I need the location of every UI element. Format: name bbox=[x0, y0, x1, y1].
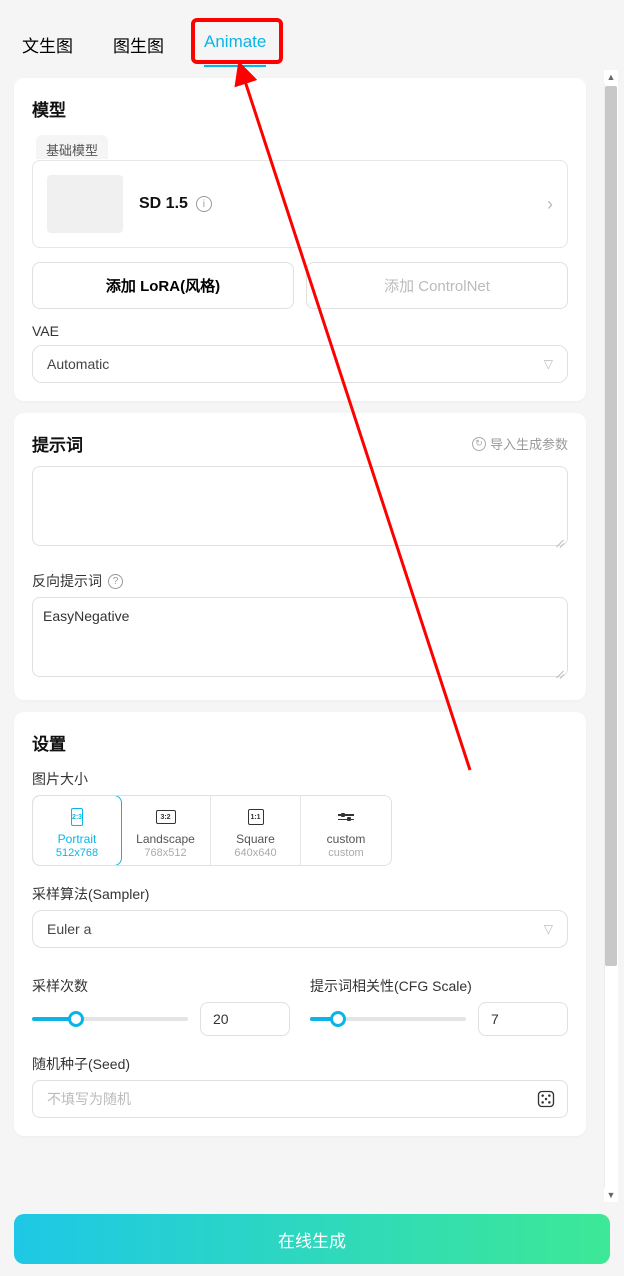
size-dimensions: 640x640 bbox=[215, 847, 296, 859]
aspect-ratio-icon: 1:1 bbox=[248, 809, 264, 825]
negative-prompt-input[interactable] bbox=[32, 597, 568, 677]
scrollbar-thumb[interactable] bbox=[605, 86, 617, 966]
size-option-portrait[interactable]: 2:3 Portrait512x768 bbox=[32, 795, 122, 866]
model-selector[interactable]: SD 1.5 i › bbox=[32, 160, 568, 248]
vae-label: VAE bbox=[32, 323, 568, 339]
base-model-label: 基础模型 bbox=[36, 135, 108, 159]
steps-slider[interactable] bbox=[32, 1008, 188, 1030]
model-thumbnail bbox=[47, 175, 123, 233]
image-size-label: 图片大小 bbox=[32, 769, 568, 789]
steps-label: 采样次数 bbox=[32, 976, 290, 996]
tab-txt2img[interactable]: 文生图 bbox=[16, 24, 79, 65]
seed-label: 随机种子(Seed) bbox=[32, 1054, 568, 1074]
size-dimensions: 768x512 bbox=[125, 847, 206, 859]
tab-img2img[interactable]: 图生图 bbox=[107, 24, 170, 65]
size-option-square[interactable]: 1:1 Square640x640 bbox=[211, 796, 301, 865]
import-icon: ↻ bbox=[472, 437, 486, 451]
import-params-button[interactable]: ↻ 导入生成参数 bbox=[472, 434, 568, 453]
cfg-label: 提示词相关性(CFG Scale) bbox=[310, 976, 568, 996]
scrollbar-down-button[interactable]: ▼ bbox=[604, 1188, 618, 1202]
model-name: SD 1.5 bbox=[139, 195, 188, 213]
size-name: custom bbox=[305, 832, 387, 846]
size-dimensions: custom bbox=[305, 847, 387, 859]
size-name: Portrait bbox=[37, 832, 117, 846]
section-title-model: 模型 bbox=[32, 96, 568, 121]
size-name: Landscape bbox=[125, 832, 206, 846]
size-dimensions: 512x768 bbox=[37, 847, 117, 859]
info-icon[interactable]: i bbox=[196, 196, 212, 212]
cfg-input[interactable] bbox=[478, 1002, 568, 1036]
section-title-prompt: 提示词 bbox=[32, 431, 83, 456]
sampler-label: 采样算法(Sampler) bbox=[32, 884, 568, 904]
dice-icon[interactable] bbox=[536, 1089, 556, 1109]
sampler-selector[interactable]: Euler a ▽ bbox=[32, 910, 568, 948]
section-title-settings: 设置 bbox=[32, 730, 568, 755]
chevron-down-icon: ▽ bbox=[544, 922, 553, 936]
cfg-slider[interactable] bbox=[310, 1008, 466, 1030]
chevron-down-icon: ▽ bbox=[544, 357, 553, 371]
steps-input[interactable] bbox=[200, 1002, 290, 1036]
seed-input[interactable] bbox=[32, 1080, 568, 1118]
size-option-landscape[interactable]: 3:2 Landscape768x512 bbox=[121, 796, 211, 865]
chevron-right-icon: › bbox=[547, 194, 553, 215]
add-controlnet-button[interactable]: 添加 ControlNet bbox=[306, 262, 568, 309]
add-lora-button[interactable]: 添加 LoRA(风格) bbox=[32, 262, 294, 309]
sliders-icon bbox=[338, 814, 354, 820]
generate-button[interactable]: 在线生成 bbox=[14, 1214, 610, 1264]
negative-prompt-label: 反向提示词 bbox=[32, 571, 102, 591]
size-name: Square bbox=[215, 832, 296, 846]
tab-animate[interactable]: Animate bbox=[198, 24, 272, 65]
sampler-value: Euler a bbox=[47, 921, 91, 937]
help-icon[interactable]: ? bbox=[108, 574, 123, 589]
vae-value: Automatic bbox=[47, 356, 109, 372]
import-label: 导入生成参数 bbox=[490, 434, 568, 453]
size-option-custom[interactable]: customcustom bbox=[301, 796, 391, 865]
aspect-ratio-icon: 3:2 bbox=[156, 810, 176, 824]
prompt-input[interactable] bbox=[32, 466, 568, 546]
aspect-ratio-icon: 2:3 bbox=[71, 808, 83, 826]
vae-selector[interactable]: Automatic ▽ bbox=[32, 345, 568, 383]
